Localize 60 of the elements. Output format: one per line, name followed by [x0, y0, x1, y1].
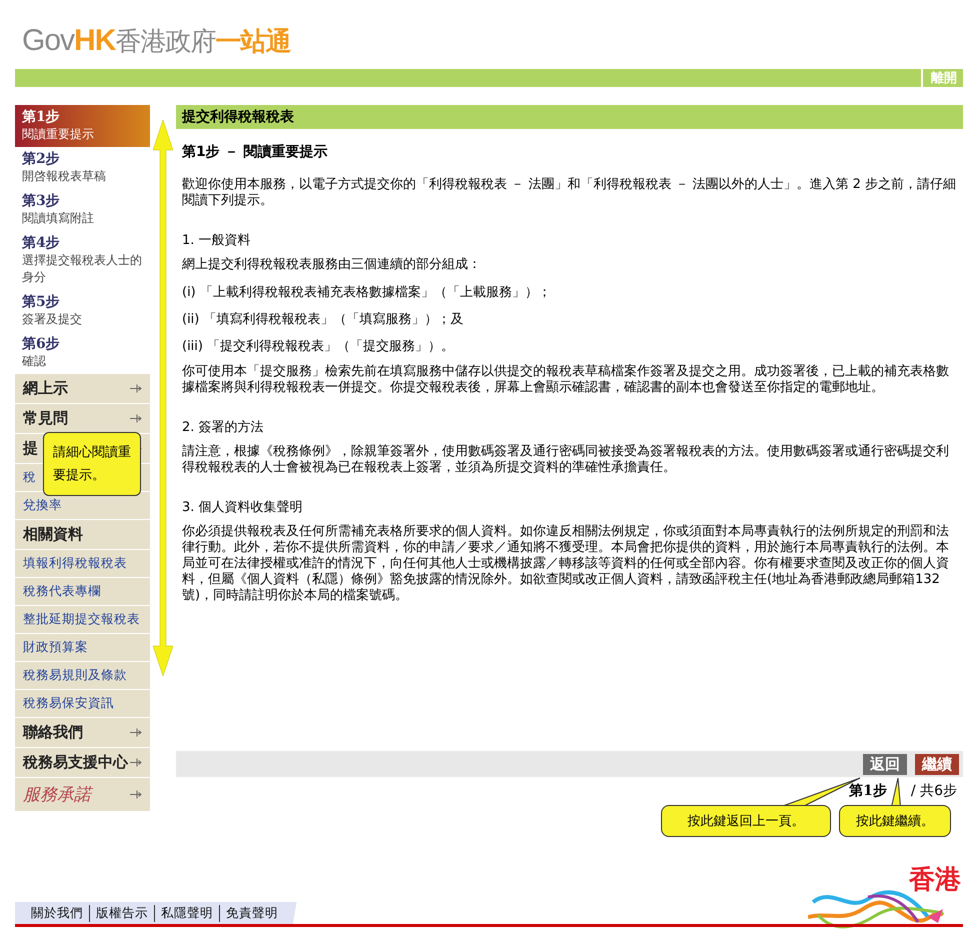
expand-arrows-icon	[129, 383, 142, 394]
footer-link[interactable]: 私隱聲明	[154, 905, 219, 922]
double-arrow-icon	[153, 120, 173, 676]
footer-link[interactable]: 免責聲明	[219, 905, 284, 922]
step-label: 第3步	[22, 192, 61, 210]
step-title: 閱讀填寫附註	[22, 210, 95, 227]
step-label: 第5步	[22, 293, 61, 311]
step-title: 閱讀重要提示	[22, 126, 95, 143]
footer-link[interactable]: 版權告示	[89, 905, 154, 922]
callout-tooltip: 按此鍵繼續。	[839, 805, 951, 837]
content-text: (iii) 「提交利得稅報稅表」（「提交服務」）。	[182, 338, 456, 355]
content-text: 第1步 － 閱讀重要提示	[182, 143, 328, 161]
step-title: 確認	[22, 353, 47, 370]
step-label: 第2步	[22, 150, 61, 168]
sidebar-menu-item[interactable]: 稅務代表專欄	[15, 578, 150, 606]
sidebar-menu-item[interactable]: 網上示	[15, 374, 150, 404]
content-text: 你必須提供報稅表及任何所需補充表格所要求的個人資料。如你違反相關法例規定，你或須面對本局專責執行的法例所規定的刑罰和法律行動。此外，若你不提供所需資料，你的申請／要求／通知將不獲受理。本局會把你提供的資料，用於施行本局專責執行的法例。本局並可在法律授權或准許的情況下，向任何其他人士或機構披露／轉移該等資料的任何或全部內容。你有權要求查閱及改正你的個人資料，但屬《個人資料（私隱）條例》豁免披露的情況除外。如欲查閱或改正個人資料，請致函評稅主任(地址為香港郵政總局郵箱132號)，同時請註明你於本局的檔案號碼。	[182, 524, 950, 604]
content-text: (i) 「上載利得稅報稅表補充表格數據檔案」（「上載服務」）；	[182, 284, 552, 301]
footer-link[interactable]: 關於我們	[25, 905, 89, 922]
sidebar-menu-item[interactable]: 填報利得稅報稅表	[15, 550, 150, 578]
step-item[interactable]: 第1步 閱讀重要提示	[15, 105, 150, 147]
content-text: 你可使用本「提交服務」檢索先前在填寫服務中儲存以供提交的報稅表草稿檔案作簽署及提交之用。成功簽署後，已上載的補充表格數據檔案將與利得稅報稅表一併提交。你提交報稅表後，屏幕上會顯示確認書，確認書的副本也會發送至你指定的電郵地址。	[182, 364, 950, 396]
step-title: 簽署及提交	[22, 311, 83, 328]
content-text: 3. 個人資料收集聲明	[182, 499, 304, 516]
current-step: 第1步	[849, 782, 887, 800]
sidebar-menu-item[interactable]: 整批延期提交報稅表	[15, 606, 150, 634]
content-text: 網上提交利得稅報稅表服務由三個連續的部分組成：	[182, 257, 482, 273]
sidebar-menu-item[interactable]: 稅務易保安資訊	[15, 690, 150, 718]
sidebar-menu-item[interactable]: 稅務易規則及條款	[15, 662, 150, 690]
callout-tooltip: 請細心閱讀重要提示。	[43, 432, 141, 496]
step-label: 第6步	[22, 335, 61, 353]
logo-text: HK	[74, 24, 116, 57]
step-total: / 共6步	[910, 782, 957, 800]
content-text: 1. 一般資料	[182, 232, 252, 249]
back-button[interactable]: 返回	[863, 754, 907, 774]
logo-text: 香港政府	[115, 26, 216, 56]
continue-button[interactable]: 繼續	[915, 754, 959, 774]
content-text: 2. 簽署的方法	[182, 419, 265, 436]
expand-arrows-icon	[129, 757, 142, 768]
step-title: 選擇提交報稅表人士的身分	[22, 252, 143, 286]
sidebar-menu-item[interactable]: 聯絡我們	[15, 718, 150, 748]
expand-arrows-icon	[129, 727, 142, 738]
sidebar-menu-item[interactable]: 常見問	[15, 404, 150, 434]
logo-text: 一站通	[215, 26, 290, 56]
brand-hong-kong-logo: 香港	[808, 862, 963, 932]
page-title: 提交利得稅報稅表	[176, 105, 963, 129]
sidebar-menu-item[interactable]: 兌換率	[15, 492, 150, 520]
expand-arrows-icon	[129, 413, 142, 424]
sidebar-menu-item[interactable]: 服務承諾	[15, 778, 150, 812]
content-text: 歡迎你使用本服務，以電子方式提交你的「利得稅報稅表 － 法團」和「利得稅報稅表 － 法團以外的人士」。進入第 2 步之前，請仔細閱讀下列提示。	[182, 177, 957, 209]
sidebar-menu-item[interactable]: 相關資料	[15, 520, 150, 550]
logo-text: Gov	[22, 24, 74, 57]
content-text: (ii) 「填寫利得稅報稅表」（「填寫服務」）；及	[182, 311, 464, 328]
sidebar-menu-item[interactable]: 財政預算案	[15, 634, 150, 662]
step-title: 開啓報稅表草稿	[22, 168, 107, 185]
step-label: 第1步	[22, 108, 61, 126]
sidebar-menu-item[interactable]: 稅務易支援中心	[15, 748, 150, 778]
step-label: 第4步	[22, 234, 61, 252]
expand-arrows-icon	[129, 789, 142, 800]
content-text: 請注意，根據《稅務條例》，除親筆簽署外，使用數碼簽署及通行密碼同被接受為簽署報稅表的方法。使用數碼簽署或通行密碼提交利得稅報稅表的人士會被視為已在報稅表上簽署，並須為所提交資料的準確性承擔責任。	[182, 444, 950, 476]
